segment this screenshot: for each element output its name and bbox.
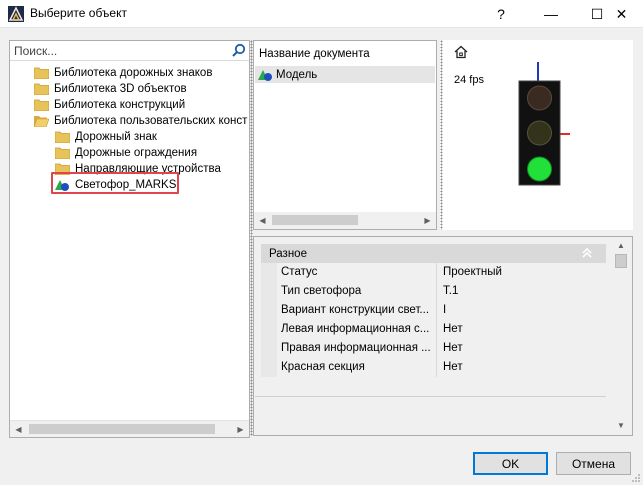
tree-item-label: Библиотека конструкций: [54, 99, 186, 111]
property-row[interactable]: Правая информационная ... Нет: [261, 339, 606, 358]
folder-icon: [33, 99, 50, 112]
property-description-area: [255, 396, 606, 434]
window-title: Выберите объект: [30, 6, 127, 20]
tree-item-label: Библиотека пользовательских конст: [54, 115, 248, 127]
property-row[interactable]: Статус Проектный: [261, 263, 606, 282]
tree-item-label: Дорожные ограждения: [75, 147, 198, 159]
property-row[interactable]: Тип светофора Т.1: [261, 282, 606, 301]
library-tree: Библиотека дорожных знаков Библиотека 3D…: [10, 63, 249, 415]
properties-panel: Разное Статус Проектный Тип светофора Т.…: [253, 236, 633, 436]
document-row-model[interactable]: Модель: [255, 66, 435, 83]
tree-horizontal-scrollbar[interactable]: ◀ ▶: [10, 420, 249, 437]
scroll-up-icon[interactable]: ▲: [612, 237, 630, 254]
scroll-left-icon[interactable]: ◀: [10, 421, 27, 438]
property-value[interactable]: Нет: [437, 358, 606, 377]
library-tree-panel: Библиотека дорожных знаков Библиотека 3D…: [9, 40, 250, 438]
traffic-light-preview: [518, 62, 570, 186]
tree-item-3d-objects[interactable]: Библиотека 3D объектов: [33, 81, 187, 97]
property-value[interactable]: I: [437, 301, 606, 320]
ok-button[interactable]: OK: [473, 452, 548, 475]
close-icon: ✕: [615, 5, 628, 22]
document-list-header: Название документа: [259, 48, 370, 60]
property-value[interactable]: Нет: [437, 320, 606, 339]
scroll-thumb[interactable]: [272, 215, 358, 225]
preview-splitter[interactable]: [440, 40, 443, 230]
folder-icon: [33, 83, 50, 96]
resize-grip-icon[interactable]: [631, 473, 641, 483]
preview-panel: 24 fps: [440, 40, 633, 230]
property-row[interactable]: Красная секция Нет: [261, 358, 606, 377]
tree-item-constructions[interactable]: Библиотека конструкций: [33, 97, 186, 113]
property-name: Красная секция: [277, 358, 437, 377]
property-name: Вариант конструкции свет...: [277, 301, 437, 320]
folder-icon: [33, 67, 50, 80]
home-icon[interactable]: [454, 45, 468, 59]
selection-highlight: [51, 172, 179, 194]
property-row[interactable]: Левая информационная с... Нет: [261, 320, 606, 339]
document-list-panel: Название документа Модель ◀ ▶: [253, 40, 437, 230]
minimize-button[interactable]: —: [528, 0, 574, 28]
tree-item-road-barriers[interactable]: Дорожные ограждения: [54, 145, 198, 161]
fps-counter: 24 fps: [454, 74, 484, 86]
scroll-thumb[interactable]: [615, 254, 627, 268]
folder-icon: [54, 131, 71, 144]
object-icon: [258, 69, 272, 81]
category-header[interactable]: Разное: [261, 244, 606, 263]
search-input[interactable]: [12, 42, 226, 59]
property-name: Правая информационная ...: [277, 339, 437, 358]
property-name: Тип светофора: [277, 282, 437, 301]
property-name: Левая информационная с...: [277, 320, 437, 339]
tree-item-user-constructions[interactable]: Библиотека пользовательских конст: [33, 113, 248, 129]
scroll-right-icon[interactable]: ▶: [419, 212, 436, 229]
scroll-down-icon[interactable]: ▼: [612, 417, 630, 434]
scroll-thumb[interactable]: [29, 424, 215, 434]
property-row[interactable]: Вариант конструкции свет... I: [261, 301, 606, 320]
search-box: [10, 41, 249, 61]
tree-item-label: Дорожный знак: [75, 131, 157, 143]
title-bar: Выберите объект ? — ☐ ✕: [0, 0, 643, 28]
app-icon: [8, 6, 24, 22]
property-name: Статус: [277, 263, 437, 282]
minimize-icon: —: [544, 6, 558, 22]
property-value[interactable]: Т.1: [437, 282, 606, 301]
cancel-button[interactable]: Отмена: [556, 452, 631, 475]
collapse-icon[interactable]: [580, 246, 594, 260]
help-button[interactable]: ?: [478, 0, 524, 28]
property-value[interactable]: Нет: [437, 339, 606, 358]
tree-item-label: Библиотека 3D объектов: [54, 83, 187, 95]
document-row-label: Модель: [276, 68, 318, 81]
tree-item-road-sign[interactable]: Дорожный знак: [54, 129, 157, 145]
tree-item-road-signs[interactable]: Библиотека дорожных знаков: [33, 65, 213, 81]
help-icon: ?: [497, 6, 505, 22]
close-button[interactable]: ✕: [600, 0, 643, 28]
property-grid: Разное Статус Проектный Тип светофора Т.…: [261, 244, 606, 391]
tree-item-label: Библиотека дорожных знаков: [54, 67, 213, 79]
search-icon[interactable]: [231, 43, 246, 58]
folder-open-icon: [33, 115, 50, 128]
properties-vertical-scrollbar[interactable]: ▲ ▼: [612, 237, 630, 434]
document-horizontal-scrollbar[interactable]: ◀ ▶: [254, 212, 436, 229]
category-label: Разное: [269, 247, 307, 260]
scroll-right-icon[interactable]: ▶: [232, 421, 249, 438]
scroll-left-icon[interactable]: ◀: [254, 212, 271, 229]
property-value[interactable]: Проектный: [437, 263, 606, 282]
folder-icon: [54, 147, 71, 160]
